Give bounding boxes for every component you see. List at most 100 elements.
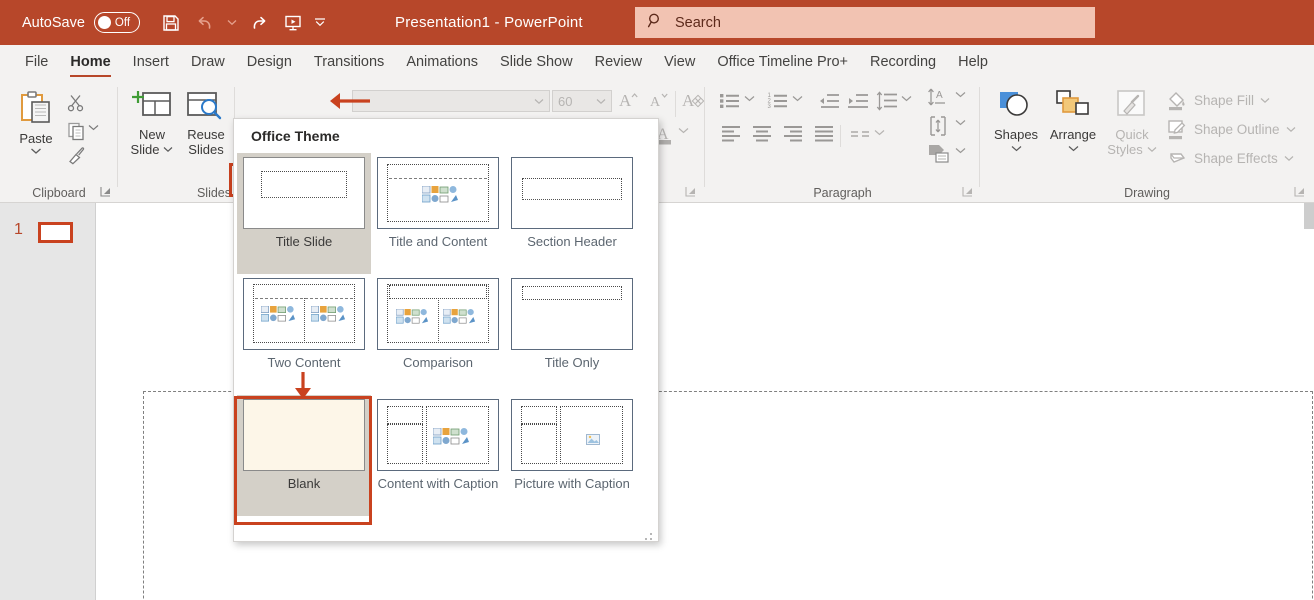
text-direction-icon[interactable]: A [927,87,951,109]
decrease-font-size-icon[interactable]: A [647,89,669,111]
font-color-chevron-down-icon[interactable] [678,127,689,134]
quick-access-toolbar [156,8,328,38]
layout-thumbnail [511,157,633,229]
format-painter-icon[interactable] [66,145,86,165]
undo-icon[interactable] [190,8,220,38]
align-text-icon[interactable] [927,115,951,137]
tab-animations[interactable]: Animations [395,45,489,79]
layout-label: Title and Content [389,234,488,249]
quick-styles-button[interactable]: Quick Styles [1104,89,1160,157]
copy-chevron-down-icon[interactable] [88,124,99,131]
numbering-chevron-down-icon[interactable] [792,95,803,102]
tab-office-timeline-pro[interactable]: Office Timeline Pro+ [706,45,859,79]
shape-fill-button[interactable]: Shape Fill [1166,89,1270,111]
content-icons [433,428,471,446]
save-icon[interactable] [156,8,186,38]
layout-option-two-content[interactable]: Two Content [237,274,371,395]
title-bar: AutoSave Off [0,0,1314,45]
right-content-icons [311,306,347,323]
undo-caret-icon[interactable] [224,8,240,38]
tab-label: Slide Show [500,54,573,70]
tab-label: Draw [191,54,225,70]
layout-gallery-dropdown[interactable]: Office Theme Title Slide [233,118,659,542]
layout-option-title-and-content[interactable]: Title and Content [371,153,505,274]
decrease-list-level-icon[interactable] [818,91,840,111]
line-spacing-chevron-down-icon[interactable] [901,95,912,102]
gallery-resize-grip-icon[interactable] [644,528,652,536]
redo-icon[interactable] [244,8,274,38]
tab-slide-show[interactable]: Slide Show [489,45,584,79]
tab-home[interactable]: Home [59,45,121,79]
shape-outline-label: Shape Outline [1194,122,1280,137]
tab-recording[interactable]: Recording [859,45,947,79]
tab-view[interactable]: View [653,45,706,79]
caption-placeholder [387,424,423,464]
layout-option-title-slide[interactable]: Title Slide [237,153,371,274]
tab-help[interactable]: Help [947,45,999,79]
customize-quick-access-caret-icon[interactable] [312,8,328,38]
columns-icon[interactable] [850,127,870,143]
line-spacing-icon[interactable] [876,91,898,111]
layout-option-content-with-caption[interactable]: Content with Caption [371,395,505,516]
paragraph-dialog-launcher-icon[interactable] [961,185,974,198]
arrange-button[interactable]: Arrange [1044,89,1102,152]
new-slide-label-line1: New [139,127,165,142]
title-placeholder [521,406,557,424]
align-right-icon[interactable] [783,125,803,143]
copy-icon[interactable] [66,121,86,141]
layout-option-section-header[interactable]: Section Header [505,153,639,274]
new-slide-icon [131,89,173,125]
convert-to-smartart-chevron-down-icon[interactable] [955,147,966,154]
group-separator [675,91,676,117]
layout-option-comparison[interactable]: Comparison [371,274,505,395]
cut-scissors-icon[interactable] [66,93,86,113]
reuse-slides-icon [185,89,227,125]
align-text-chevron-down-icon[interactable] [955,119,966,126]
tab-design[interactable]: Design [236,45,303,79]
canvas-vertical-scrollbar[interactable] [1304,203,1314,229]
slide-thumbnail-pane[interactable] [0,203,96,600]
text-direction-chevron-down-icon[interactable] [955,91,966,98]
font-size-combobox[interactable]: 60 [552,90,612,112]
tab-transitions[interactable]: Transitions [303,45,395,79]
ribbon-tabs: File Home Insert Draw Design Transitions… [0,45,1314,79]
search-box[interactable]: Search [635,7,1095,38]
increase-font-size-icon[interactable]: A [617,89,639,111]
shape-outline-button[interactable]: Shape Outline [1166,118,1296,140]
svg-text:A: A [619,91,632,110]
columns-chevron-down-icon[interactable] [874,129,885,136]
tab-file[interactable]: File [14,45,59,79]
font-name-combobox[interactable] [352,90,550,112]
tab-insert[interactable]: Insert [122,45,180,79]
numbering-icon[interactable]: 123 [767,91,789,111]
tab-review[interactable]: Review [584,45,654,79]
shapes-button[interactable]: Shapes [988,89,1044,152]
autosave-label: AutoSave [22,15,85,31]
clipboard-dialog-launcher-icon[interactable] [99,185,112,198]
align-center-icon[interactable] [752,125,772,143]
autosave-switch[interactable]: Off [94,12,140,33]
increase-list-level-icon[interactable] [847,91,869,111]
convert-to-smartart-icon[interactable] [927,143,951,165]
layout-option-title-only[interactable]: Title Only [505,274,639,395]
layout-option-blank[interactable]: Blank [237,395,371,516]
shape-effects-button[interactable]: Shape Effects [1166,147,1294,169]
drawing-dialog-launcher-icon[interactable] [1293,185,1306,198]
align-left-icon[interactable] [721,125,741,143]
font-dialog-launcher-icon[interactable] [684,185,697,198]
new-slide-button[interactable]: New Slide [126,89,178,157]
autosave-toggle[interactable]: AutoSave Off [22,12,140,33]
layout-option-picture-with-caption[interactable]: Picture with Caption [505,395,639,516]
start-presentation-icon[interactable] [278,8,308,38]
gallery-title: Office Theme [251,128,340,144]
slide-number-label: 1 [14,221,23,239]
paste-button[interactable]: Paste [8,89,64,155]
justify-icon[interactable] [814,125,834,143]
bullets-icon[interactable] [719,91,741,111]
layout-label: Content with Caption [378,476,499,491]
bullets-chevron-down-icon[interactable] [744,95,755,102]
slide-thumbnail-1[interactable] [38,222,73,243]
reuse-slides-button[interactable]: Reuse Slides [180,89,232,157]
tab-draw[interactable]: Draw [180,45,236,79]
clear-all-formatting-icon[interactable]: A [681,89,705,111]
